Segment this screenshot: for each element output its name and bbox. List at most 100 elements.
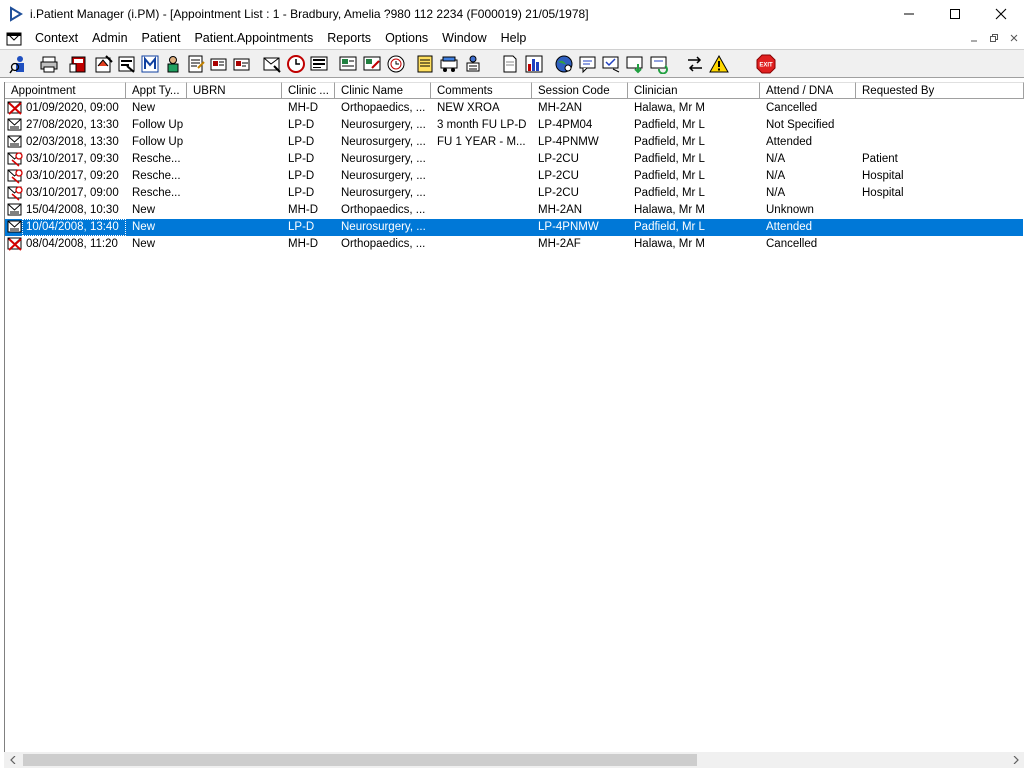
menu-item[interactable]: Admin — [85, 28, 134, 49]
message-check-icon — [602, 56, 620, 73]
toolbar-button-referral-card[interactable] — [231, 53, 253, 75]
table-row[interactable]: 27/08/2020, 13:30 Follow Up LP-D Neurosurge… — [5, 117, 1023, 134]
table-row[interactable]: 03/10/2017, 09:20 Resche... LP-D Neurosurge… — [5, 168, 1023, 185]
menu-item[interactable]: Patient.Appointments — [187, 28, 320, 49]
message-down-icon — [626, 56, 643, 74]
toolbar-button-message-check[interactable] — [600, 53, 622, 75]
cell-clinic: LP-D — [288, 187, 315, 199]
cancelled-appointment-icon — [7, 100, 23, 116]
column-header[interactable]: Clinic ... — [282, 82, 335, 99]
toolbar-button-exit[interactable]: EXIT — [755, 53, 777, 75]
toolbar-button-note-yellow[interactable] — [414, 53, 436, 75]
column-header[interactable]: Clinician — [628, 82, 760, 99]
mdi-restore-button[interactable] — [986, 31, 1002, 45]
toolbar-button-message[interactable] — [577, 53, 599, 75]
toolbar-button-patient-search[interactable] — [8, 53, 30, 75]
scroll-right-button[interactable] — [1007, 752, 1024, 768]
column-header[interactable]: Clinic Name — [335, 82, 431, 99]
appointment-list: Appointment Appt Ty... UBRN Clinic ... Clini… — [4, 82, 1024, 752]
toolbar-button-cancel-mail[interactable] — [261, 53, 283, 75]
column-header[interactable]: Appointment — [5, 82, 126, 99]
appointment-envelope-icon — [7, 202, 23, 218]
column-header[interactable]: Appt Ty... — [126, 82, 187, 99]
toolbar-button-book-appointment[interactable] — [68, 53, 90, 75]
mdi-minimize-button[interactable] — [966, 31, 982, 45]
toolbar-button-message-down[interactable] — [624, 53, 646, 75]
close-button[interactable] — [978, 0, 1024, 28]
maximize-button[interactable] — [932, 0, 978, 28]
horizontal-scrollbar[interactable] — [4, 752, 1024, 768]
cell-clinic-name: Orthopaedics, ... — [341, 102, 426, 114]
table-row[interactable]: 02/03/2018, 13:30 Follow Up LP-D Neurosurge… — [5, 134, 1023, 151]
book-appointment-icon — [69, 56, 86, 73]
menu-item[interactable]: Window — [435, 28, 493, 49]
column-header[interactable]: Requested By — [856, 82, 1024, 99]
toolbar-button-swap[interactable] — [684, 53, 706, 75]
cell-clinic-name: Neurosurgery, ... — [341, 187, 426, 199]
toolbar-button-warning[interactable] — [708, 53, 730, 75]
column-header[interactable]: UBRN — [187, 82, 282, 99]
cell-session: MH-2AN — [538, 102, 583, 114]
table-row[interactable]: 15/04/2008, 10:30 New MH-D Orthopaedics, ..… — [5, 202, 1023, 219]
toolbar-button-transport[interactable] — [438, 53, 460, 75]
toolbar-button-notes[interactable] — [185, 53, 207, 75]
table-row[interactable]: 03/10/2017, 09:00 Resche... LP-D Neurosurge… — [5, 185, 1023, 202]
toolbar-button-appointment-details[interactable] — [116, 53, 138, 75]
minimize-icon — [904, 13, 914, 15]
column-header[interactable]: Session Code — [532, 82, 628, 99]
toolbar-button-print[interactable] — [38, 53, 60, 75]
cell-clinic: LP-D — [288, 221, 315, 233]
toolbar-button-screen-list[interactable] — [308, 53, 330, 75]
toolbar-button-clock[interactable] — [285, 53, 307, 75]
cell-comments: NEW XROA — [437, 102, 500, 114]
app-logo-icon — [10, 6, 23, 22]
document-window-icon[interactable] — [6, 31, 22, 47]
mdi-close-button[interactable] — [1006, 31, 1022, 45]
message-refresh-icon — [650, 56, 668, 74]
cell-comments: 3 month FU LP-D — [437, 119, 527, 131]
column-header[interactable]: Attend / DNA — [760, 82, 856, 99]
table-row[interactable]: 03/10/2017, 09:30 Resche... LP-D Neurosurge… — [5, 151, 1023, 168]
cell-comments — [437, 185, 530, 202]
table-row[interactable]: 10/04/2008, 13:40 New LP-D Neurosurgery, ..… — [5, 219, 1023, 236]
toolbar-button-edit-appointment[interactable] — [93, 53, 115, 75]
toolbar-button-referral[interactable] — [208, 53, 230, 75]
toolbar-button-session-edit[interactable] — [361, 53, 383, 75]
minimize-button[interactable] — [886, 0, 932, 28]
toolbar-button-chart[interactable] — [523, 53, 545, 75]
toolbar-button-message-refresh[interactable] — [648, 53, 670, 75]
toolbar-button-waiting-list[interactable] — [462, 53, 484, 75]
rescheduled-appointment-icon — [7, 185, 23, 201]
toolbar-button-document[interactable] — [499, 53, 521, 75]
transport-icon — [440, 56, 458, 72]
toolbar-button-session[interactable] — [337, 53, 359, 75]
table-row[interactable]: 08/04/2008, 11:20 New MH-D Orthopaedics, ..… — [5, 236, 1023, 253]
menu-item[interactable]: Patient — [135, 28, 188, 49]
globe-icon — [555, 55, 573, 73]
cell-type: Follow Up — [132, 136, 184, 148]
menu-item[interactable]: Context — [28, 28, 85, 49]
rescheduled-appointment-icon — [7, 168, 23, 184]
column-header[interactable]: Comments — [431, 82, 532, 99]
cell-clinician: Padfield, Mr L — [634, 136, 705, 148]
menu-item[interactable]: Options — [378, 28, 435, 49]
toolbar-button-globe[interactable] — [553, 53, 575, 75]
scrollbar-thumb[interactable] — [23, 754, 697, 766]
toolbar-button-session-clock[interactable] — [385, 53, 407, 75]
cell-clinic-name: Neurosurgery, ... — [341, 119, 426, 131]
menu-item[interactable]: Help — [494, 28, 534, 49]
menu-item[interactable]: Reports — [320, 28, 378, 49]
message-icon — [579, 56, 596, 74]
cell-clinic-name: Neurosurgery, ... — [341, 170, 426, 182]
cell-ubrn — [193, 168, 280, 185]
cell-appointment: 15/04/2008, 10:30 — [26, 204, 119, 216]
toolbar-button-letter-m[interactable] — [139, 53, 161, 75]
scroll-left-button[interactable] — [4, 752, 21, 768]
toolbar-button-clinician[interactable] — [162, 53, 184, 75]
maximize-icon — [950, 9, 960, 19]
table-row[interactable]: 01/09/2020, 09:00 New MH-D Orthopaedics, ..… — [5, 100, 1023, 117]
patient-search-icon — [9, 56, 24, 74]
cell-appointment: 27/08/2020, 13:30 — [26, 119, 119, 131]
cell-requested — [862, 236, 1022, 253]
cell-clinician: Padfield, Mr L — [634, 170, 705, 182]
